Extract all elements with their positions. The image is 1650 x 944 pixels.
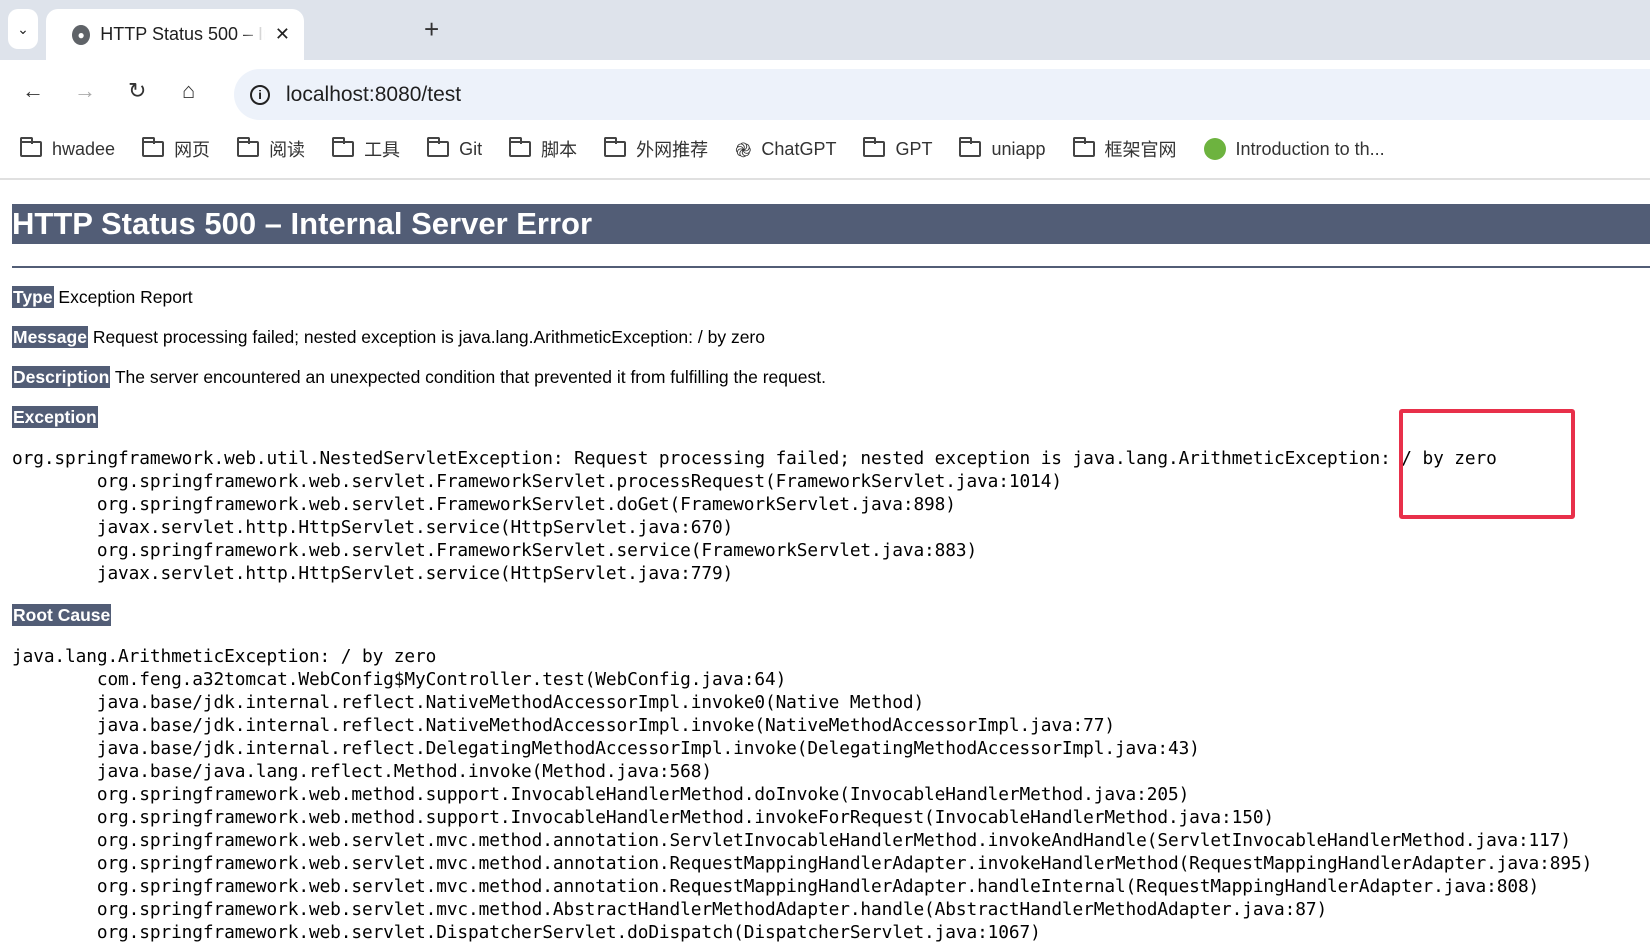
type-row: Type Exception Report xyxy=(12,286,193,308)
new-tab-button[interactable]: + xyxy=(424,14,439,45)
address-bar[interactable]: i localhost:8080/test xyxy=(234,69,1650,120)
bookmark-item[interactable]: uniapp xyxy=(959,137,1046,160)
bookmark-label: Git xyxy=(459,138,483,159)
root-cause-trace: java.lang.ArithmeticException: / by zero… xyxy=(12,646,1593,943)
description-label: Description xyxy=(12,366,111,388)
divider xyxy=(12,266,1650,268)
folder-icon xyxy=(427,137,450,157)
bookmark-item[interactable]: 框架官网 xyxy=(1072,136,1177,162)
globe-icon: ● xyxy=(72,24,91,45)
bookmarks-bar: hwadee 网页 阅读 工具 Git 脚本 外网推荐 ֎ ChatGPT GPT uniapp 框架… xyxy=(0,120,1650,180)
chevron-down-icon: ⌄ xyxy=(17,20,29,37)
tab-strip: ⌄ ● HTTP Status 500 – Internal Server Er… xyxy=(0,0,1650,60)
spring-icon xyxy=(1203,138,1226,160)
bookmark-label: 阅读 xyxy=(269,140,306,160)
tab-active[interactable]: ● HTTP Status 500 – Internal Server Erro… xyxy=(46,9,304,60)
message-label: Message xyxy=(12,326,88,348)
home-icon[interactable]: ⌂ xyxy=(182,78,195,104)
bookmark-item[interactable]: Git xyxy=(427,137,483,160)
folder-icon xyxy=(604,137,627,157)
tab-title: HTTP Status 500 – Internal Server Error xyxy=(100,24,265,44)
bookmark-item[interactable]: ֎ ChatGPT xyxy=(735,136,836,163)
close-icon[interactable]: ✕ xyxy=(275,24,290,45)
bookmark-label: ChatGPT xyxy=(761,138,837,159)
bookmark-item[interactable]: 网页 xyxy=(142,136,210,162)
root-cause-label: Root Cause xyxy=(12,604,112,626)
folder-icon xyxy=(509,137,532,157)
bookmark-label: Introduction to th... xyxy=(1235,138,1385,159)
folder-icon xyxy=(142,137,165,157)
chatgpt-icon: ֎ xyxy=(735,139,752,162)
exception-row: Exception xyxy=(12,406,98,428)
bookmark-label: 框架官网 xyxy=(1104,140,1177,160)
bookmark-label: 外网推荐 xyxy=(636,140,709,160)
toolbar: ← → ↻ ⌂ i localhost:8080/test xyxy=(0,60,1650,120)
url-text[interactable]: localhost:8080/test xyxy=(286,83,461,107)
tab-search-button[interactable]: ⌄ xyxy=(8,9,38,49)
description-row: Description The server encountered an un… xyxy=(12,366,826,388)
folder-icon xyxy=(237,137,260,157)
page-title: HTTP Status 500 – Internal Server Error xyxy=(12,204,1650,244)
bookmark-label: uniapp xyxy=(991,138,1046,159)
bookmark-item[interactable]: 外网推荐 xyxy=(604,136,708,162)
bookmark-item[interactable]: GPT xyxy=(863,137,933,160)
message-value: Request processing failed; nested except… xyxy=(92,327,765,347)
bookmark-item[interactable]: 工具 xyxy=(332,136,400,162)
highlight-box xyxy=(1399,409,1575,519)
root-cause-row: Root Cause xyxy=(12,604,112,626)
bookmark-label: hwadee xyxy=(52,138,116,159)
error-page: HTTP Status 500 – Internal Server Error … xyxy=(12,204,1650,943)
folder-icon xyxy=(959,137,982,157)
folder-icon xyxy=(20,137,42,157)
info-icon[interactable]: i xyxy=(250,84,270,105)
description-value: The server encountered an unexpected con… xyxy=(114,367,826,387)
exception-trace: org.springframework.web.util.NestedServl… xyxy=(12,448,1497,584)
bookmark-label: GPT xyxy=(895,138,933,159)
bookmark-item[interactable]: 脚本 xyxy=(509,136,577,162)
folder-icon xyxy=(1072,137,1095,157)
message-row: Message Request processing failed; neste… xyxy=(12,326,765,348)
exception-label: Exception xyxy=(12,406,98,428)
bookmark-item[interactable]: Introduction to th... xyxy=(1203,138,1385,160)
bookmark-label: 脚本 xyxy=(541,140,578,160)
bookmark-label: 工具 xyxy=(364,140,401,160)
bookmark-label: 网页 xyxy=(174,140,211,160)
type-value: Exception Report xyxy=(58,287,193,307)
reload-icon[interactable]: ↻ xyxy=(128,78,146,104)
bookmark-item[interactable]: 阅读 xyxy=(237,136,305,162)
back-icon[interactable]: ← xyxy=(22,78,44,104)
bookmark-item[interactable]: hwadee xyxy=(20,137,116,160)
folder-icon xyxy=(863,137,886,157)
type-label: Type xyxy=(12,286,54,308)
folder-icon xyxy=(332,137,355,157)
forward-icon[interactable]: → xyxy=(74,78,96,104)
